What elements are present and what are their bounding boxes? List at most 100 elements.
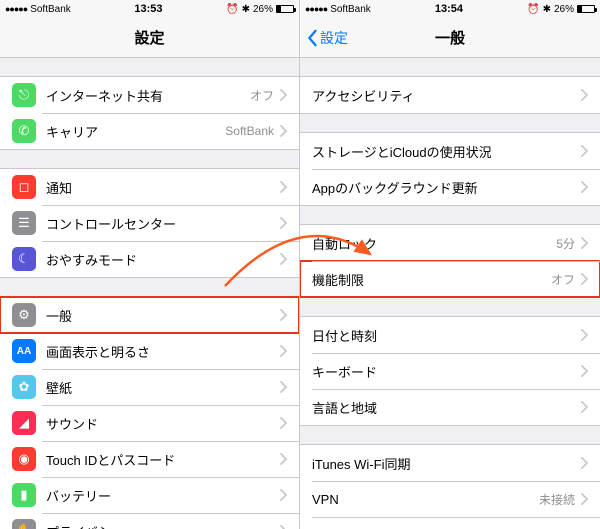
row-privacy[interactable]: ✋ プライバシー [0,513,299,529]
battery-icon [577,5,595,13]
back-label: 設定 [320,28,348,48]
chevron-right-icon [581,329,588,341]
row-date-time[interactable]: 日付と時刻 [300,317,600,353]
chevron-right-icon [280,217,287,229]
bell-icon: ◻ [12,175,36,199]
chevron-right-icon [280,489,287,501]
row-accessibility[interactable]: アクセシビリティ [300,77,600,113]
settings-list[interactable]: ⎋ インターネット共有オフ ✆ キャリアSoftBank ◻ 通知 ☰ コントロールセンター… [0,76,299,529]
row-sounds[interactable]: ◢ サウンド [0,405,299,441]
page-title: 設定 [134,27,164,48]
battery-percent: 26% [554,4,574,15]
nav-bar: 設定 一般 [300,18,600,58]
row-do-not-disturb[interactable]: ☾ おやすみモード [0,241,299,277]
chevron-right-icon [280,125,287,137]
row-touch-id[interactable]: ◉ Touch IDとパスコード [0,441,299,477]
alarm-icon: ⏰ [527,4,539,15]
row-label: 一般 [46,306,280,325]
row-label: 壁紙 [46,378,280,397]
row-notifications[interactable]: ◻ 通知 [0,169,299,205]
row-label: コントロールセンター [46,214,280,233]
switches-icon: ☰ [12,211,36,235]
row-language-region[interactable]: 言語と地域 [300,389,600,425]
chevron-right-icon [280,309,287,321]
chevron-right-icon [280,453,287,465]
general-list[interactable]: アクセシビリティ ストレージとiCloudの使用状況 Appのバックグラウンド更新… [300,76,600,529]
row-profile[interactable]: プロファイル一括設定 [300,517,600,529]
bluetooth-icon: ✱ [242,4,250,15]
row-wallpaper[interactable]: ✿ 壁紙 [0,369,299,405]
row-detail: 5分 [556,235,575,252]
back-button[interactable]: 設定 [306,18,348,57]
row-label: iTunes Wi-Fi同期 [312,454,581,473]
nav-bar: 設定 [0,18,299,58]
group-accessibility: アクセシビリティ [300,76,600,114]
row-keyboard[interactable]: キーボード [300,353,600,389]
row-label: ストレージとiCloudの使用状況 [312,142,581,161]
group-storage: ストレージとiCloudの使用状況 Appのバックグラウンド更新 [300,132,600,206]
row-label: 機能制限 [312,270,551,289]
group-sync: iTunes Wi-Fi同期VPN未接続プロファイル一括設定 [300,444,600,529]
row-detail: オフ [551,271,575,288]
chevron-right-icon [581,401,588,413]
group-lock: 自動ロック5分機能制限オフ [300,224,600,298]
row-label: インターネット共有 [46,86,250,105]
row-detail: 未接続 [539,491,575,508]
phone-icon: ✆ [12,119,36,143]
row-label: 通知 [46,178,280,197]
group-notifications: ◻ 通知 ☰ コントロールセンター ☾ おやすみモード [0,168,299,278]
chevron-right-icon [280,345,287,357]
general-screen: ●●●●● SoftBank 13:54 ⏰ ✱ 26% 設定 一般 アクセシビ… [300,0,600,529]
row-general[interactable]: ⚙ 一般 [0,297,299,333]
bluetooth-icon: ✱ [543,4,551,15]
alarm-icon: ⏰ [226,4,238,15]
link-icon: ⎋ [12,83,36,107]
row-battery[interactable]: ▮バッテリー [0,477,299,513]
row-label: Touch IDとパスコード [46,450,280,469]
row-label: プライバシー [46,522,280,529]
row-storage[interactable]: ストレージとiCloudの使用状況 [300,133,600,169]
chevron-right-icon [581,89,588,101]
chevron-right-icon [581,493,588,505]
finger-icon: ◉ [12,447,36,471]
page-title: 一般 [435,27,465,48]
row-label: 画面表示と明るさ [46,342,280,361]
gear-icon: ⚙ [12,303,36,327]
row-label: おやすみモード [46,250,280,269]
row-internet-sharing[interactable]: ⎋ インターネット共有オフ [0,77,299,113]
row-background-refresh[interactable]: Appのバックグラウンド更新 [300,169,600,205]
chevron-right-icon [280,525,287,529]
carrier-label: SoftBank [30,4,71,15]
row-vpn[interactable]: VPN未接続 [300,481,600,517]
chevron-right-icon [280,253,287,265]
hand-icon: ✋ [12,519,36,529]
row-label: 自動ロック [312,234,556,253]
row-itunes-wifi-sync[interactable]: iTunes Wi-Fi同期 [300,445,600,481]
flower-icon: ✿ [12,375,36,399]
row-label: VPN [312,492,539,507]
status-time: 13:53 [134,3,162,15]
chevron-right-icon [280,181,287,193]
speaker-icon: ◢ [12,411,36,435]
row-detail: SoftBank [225,124,274,138]
row-detail: オフ [250,87,274,104]
chevron-right-icon [581,365,588,377]
group-datetime: 日付と時刻キーボード言語と地域 [300,316,600,426]
status-bar: ●●●●● SoftBank 13:54 ⏰ ✱ 26% [300,0,600,18]
chevron-right-icon [581,237,588,249]
row-label: Appのバックグラウンド更新 [312,178,581,197]
chevron-right-icon [581,273,588,285]
row-display[interactable]: AA 画面表示と明るさ [0,333,299,369]
moon-icon: ☾ [12,247,36,271]
row-label: キャリア [46,122,225,141]
row-carrier[interactable]: ✆ キャリアSoftBank [0,113,299,149]
row-label: サウンド [46,414,280,433]
row-label: アクセシビリティ [312,86,581,105]
row-restrictions[interactable]: 機能制限オフ [300,261,600,297]
aa-icon: AA [12,339,36,363]
row-control-center[interactable]: ☰ コントロールセンター [0,205,299,241]
row-auto-lock[interactable]: 自動ロック5分 [300,225,600,261]
status-bar: ●●●●● SoftBank 13:53 ⏰ ✱ 26% [0,0,299,18]
battery-percent: 26% [253,4,273,15]
row-label: プロファイル [312,526,527,529]
